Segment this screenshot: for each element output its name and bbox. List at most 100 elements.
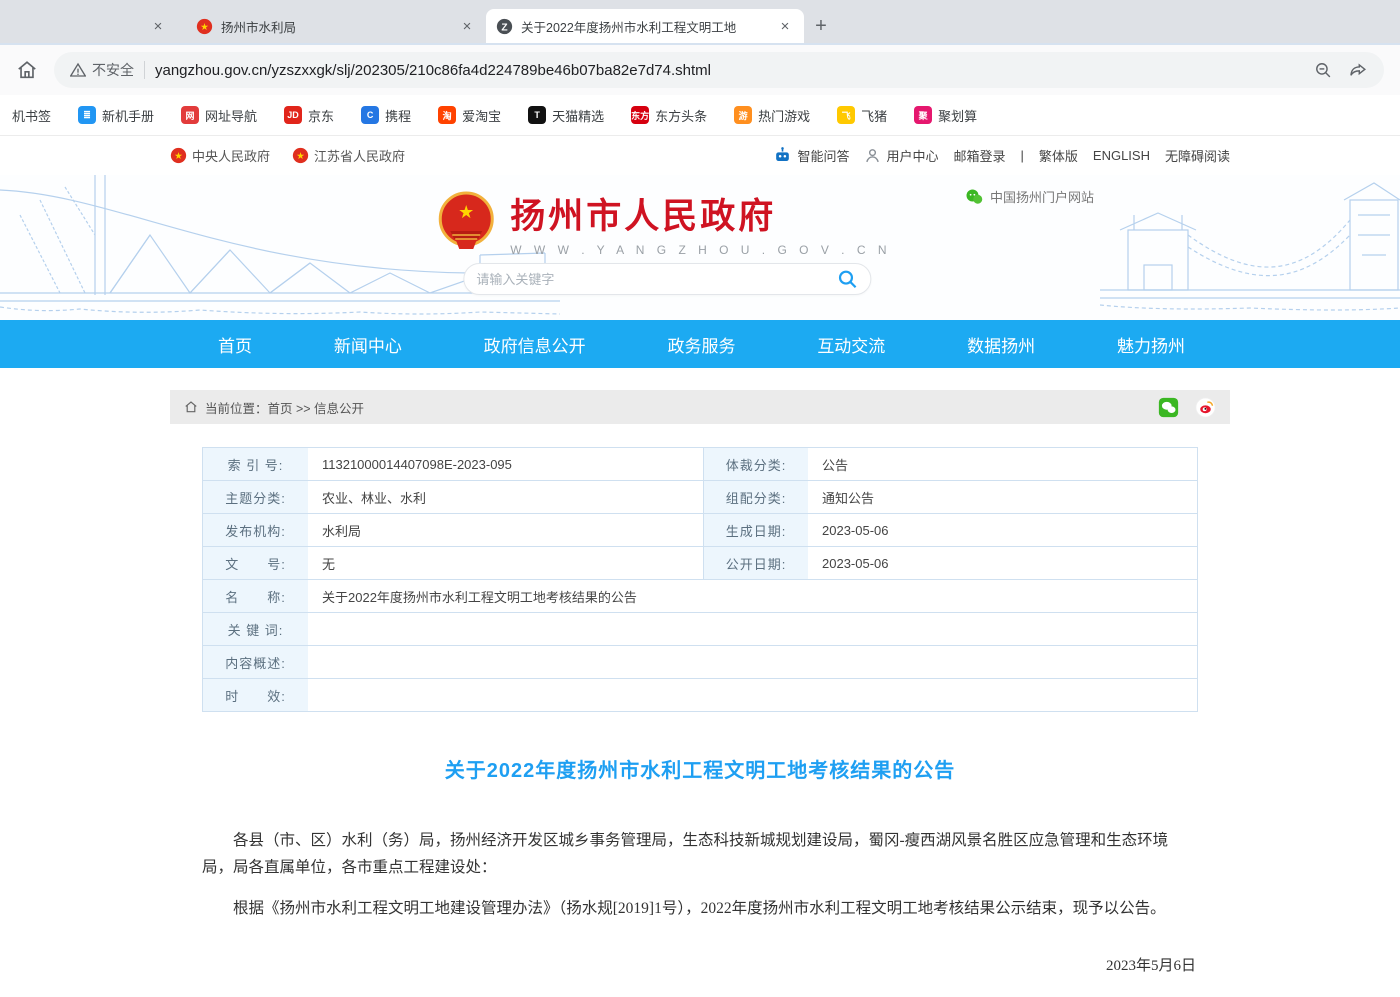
- bookmark-item[interactable]: T 天猫精选: [528, 106, 604, 125]
- site-logo[interactable]: ★ 扬州市人民政府 W W W . Y A N G Z H O U . G O …: [436, 188, 891, 257]
- meta-label: 文 号:: [203, 547, 308, 579]
- tab-title: 扬州市水利局: [221, 17, 450, 36]
- bookmark-item[interactable]: JD 京东: [284, 106, 334, 125]
- nav-item[interactable]: 魅力扬州: [1117, 332, 1185, 357]
- table-row: 名 称: 关于2022年度扬州市水利工程文明工地考核结果的公告: [203, 580, 1197, 613]
- topbar-link[interactable]: |: [1021, 148, 1024, 163]
- bookmark-item[interactable]: 游 热门游戏: [734, 106, 810, 125]
- bookmark-label: 聚划算: [938, 106, 977, 125]
- link-jiangsu-gov[interactable]: ★ 江苏省人民政府: [292, 146, 405, 165]
- home-icon: [184, 400, 198, 414]
- bookmark-item[interactable]: 淘 爱淘宝: [438, 106, 501, 125]
- svg-text:★: ★: [296, 151, 304, 161]
- user-center-link[interactable]: 用户中心: [864, 146, 938, 165]
- wechat-icon: [965, 188, 983, 206]
- bookmark-item[interactable]: 网 网址导航: [181, 106, 257, 125]
- user-icon: [864, 147, 881, 164]
- topbar-link[interactable]: 无障碍阅读: [1165, 146, 1230, 165]
- bookmark-label: 东方头条: [655, 106, 707, 125]
- table-row: 主题分类: 农业、林业、水利 组配分类: 通知公告: [203, 481, 1197, 514]
- bookmark-item[interactable]: C 携程: [361, 106, 411, 125]
- share-icon[interactable]: [1349, 61, 1368, 80]
- topbar-link[interactable]: 繁体版: [1039, 146, 1078, 165]
- bookmark-favicon-icon: ≣: [78, 106, 96, 124]
- gov-emblem-icon: ★: [170, 147, 187, 164]
- meta-label: 生成日期:: [703, 514, 808, 546]
- site-favicon-icon: Z: [496, 18, 513, 35]
- bookmark-label: 京东: [308, 106, 334, 125]
- close-icon[interactable]: ×: [458, 18, 476, 35]
- national-emblem-icon: ★: [436, 191, 496, 255]
- bookmark-label: 携程: [385, 106, 411, 125]
- meta-label: 时 效:: [203, 679, 308, 711]
- home-icon[interactable]: [16, 59, 38, 81]
- bookmark-favicon-icon: 淘: [438, 106, 456, 124]
- meta-label: 索 引 号:: [203, 448, 308, 480]
- bookmark-item[interactable]: 飞 飞猪: [837, 106, 887, 125]
- bookmark-label: 爱淘宝: [462, 106, 501, 125]
- document-meta-table: 索 引 号: 11321000014407098E-2023-095 体裁分类:…: [202, 447, 1198, 712]
- bookmark-item[interactable]: 机书签: [6, 106, 51, 125]
- smart-qa-link[interactable]: 智能问答: [773, 146, 849, 165]
- address-bar[interactable]: 不安全 yangzhou.gov.cn/yzszxxgk/slj/202305/…: [54, 52, 1384, 88]
- breadcrumb-text[interactable]: 当前位置：首页 >> 信息公开: [205, 398, 364, 417]
- link-label: 中央人民政府: [192, 146, 270, 165]
- meta-value: 2023-05-06: [808, 547, 1197, 579]
- zoom-out-icon[interactable]: [1314, 61, 1333, 80]
- nav-item[interactable]: 政府信息公开: [484, 332, 586, 357]
- tab-active-announcement[interactable]: Z 关于2022年度扬州市水利工程文明工地 ×: [486, 9, 804, 43]
- nav-item[interactable]: 互动交流: [817, 332, 885, 357]
- link-central-gov[interactable]: ★ 中央人民政府: [170, 146, 270, 165]
- bookmark-item[interactable]: ≣ 新机手册: [78, 106, 154, 125]
- portal-label: 中国扬州门户网站: [990, 187, 1094, 206]
- browser-toolbar: 不安全 yangzhou.gov.cn/yzszxxgk/slj/202305/…: [0, 45, 1400, 95]
- nav-item[interactable]: 数据扬州: [967, 332, 1035, 357]
- meta-value: 农业、林业、水利: [308, 481, 703, 513]
- meta-label: 体裁分类:: [703, 448, 808, 480]
- table-row: 关 键 词:: [203, 613, 1197, 646]
- nav-item[interactable]: 政务服务: [667, 332, 735, 357]
- bookmark-favicon-icon: 游: [734, 106, 752, 124]
- bookmark-item[interactable]: 东方 东方头条: [631, 106, 707, 125]
- meta-label: 主题分类:: [203, 481, 308, 513]
- article: 关于2022年度扬州市水利工程文明工地考核结果的公告 各县（市、区）水利（务）局…: [202, 754, 1198, 997]
- search-input[interactable]: [476, 272, 836, 287]
- bookmark-item[interactable]: 聚 聚划算: [914, 106, 977, 125]
- weibo-share-icon[interactable]: [1195, 397, 1216, 418]
- topbar-link[interactable]: ENGLISH: [1093, 148, 1150, 163]
- meta-label: 名 称:: [203, 580, 308, 612]
- nav-item[interactable]: 首页: [218, 332, 252, 357]
- breadcrumb: 当前位置：首页 >> 信息公开: [170, 390, 1230, 424]
- meta-value: 公告: [808, 448, 1197, 480]
- wechat-share-icon[interactable]: [1158, 397, 1179, 418]
- link-label: 江苏省人民政府: [314, 146, 405, 165]
- nav-item[interactable]: 新闻中心: [334, 332, 402, 357]
- portal-link[interactable]: 中国扬州门户网站: [965, 187, 1094, 206]
- topbar-link[interactable]: 邮箱登录: [953, 146, 1005, 165]
- bookmark-favicon-icon: 网: [181, 106, 199, 124]
- search-icon[interactable]: [836, 268, 858, 290]
- url-text[interactable]: yangzhou.gov.cn/yzszxxgk/slj/202305/210c…: [155, 62, 1304, 79]
- close-icon[interactable]: ×: [154, 18, 163, 35]
- meta-value: [308, 613, 1197, 645]
- divider: [144, 61, 145, 79]
- article-date: 2023年5月6日: [202, 954, 1198, 975]
- meta-value: 2023-05-06: [808, 514, 1197, 546]
- meta-value: 11321000014407098E-2023-095: [308, 448, 703, 480]
- new-tab-button[interactable]: +: [804, 9, 838, 43]
- article-title: 关于2022年度扬州市水利工程文明工地考核结果的公告: [202, 754, 1198, 783]
- security-status[interactable]: 不安全: [70, 60, 134, 80]
- tab-partial[interactable]: ×: [130, 9, 186, 43]
- site-banner: ★ 扬州市人民政府 W W W . Y A N G Z H O U . G O …: [0, 175, 1400, 320]
- browser-tab-bar: × ★ 扬州市水利局 × Z 关于2022年度扬州市水利工程文明工地 × +: [0, 0, 1400, 45]
- security-label: 不安全: [92, 60, 134, 80]
- tab-yangzhou-water-bureau[interactable]: ★ 扬州市水利局 ×: [186, 9, 486, 43]
- bookmark-favicon-icon: 飞: [837, 106, 855, 124]
- bookmark-favicon-icon: 东方: [631, 106, 649, 124]
- robot-icon: [773, 146, 792, 165]
- meta-label: 关 键 词:: [203, 613, 308, 645]
- close-icon[interactable]: ×: [776, 18, 794, 35]
- bookmark-favicon-icon: JD: [284, 106, 302, 124]
- bookmark-label: 新机手册: [102, 106, 154, 125]
- main-nav: 首页 新闻中心 政府信息公开 政务服务 互动交流 数据扬州 魅力扬州: [0, 320, 1400, 368]
